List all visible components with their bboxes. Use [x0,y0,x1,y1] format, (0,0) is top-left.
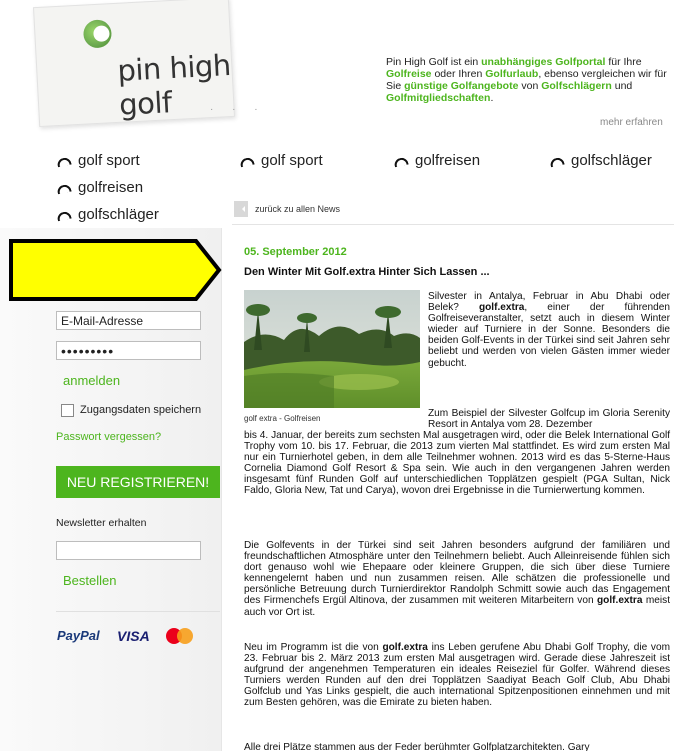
logo[interactable]: pin high golf [32,0,236,128]
link-golfurlaub[interactable]: Golfurlaub [485,68,538,80]
swoosh-icon [56,210,72,221]
link-golfportal[interactable]: unabhängiges Golfportal [481,56,605,68]
article-paragraph-1: Silvester in Antalya, Februar in Abu Dha… [428,291,670,369]
paragraph-text: Neu im Programm ist die von [244,642,383,653]
intro-text: Pin High Golf ist ein unabhängiges Golfp… [386,56,674,104]
nav-item-label: golf sport [261,152,323,169]
nav-item-golfschlaeger[interactable]: golfschläger [549,152,652,169]
back-arrow-icon [234,201,248,217]
more-link[interactable]: mehr erfahren [600,117,663,128]
intro-text-part: oder Ihren [431,68,486,80]
swoosh-icon [549,156,565,167]
register-button[interactable]: NEU REGISTRIEREN! [56,466,220,498]
newsletter-email-input[interactable] [56,541,201,560]
golf-ball-icon [82,19,113,49]
article-paragraph-2-start: Zum Beispiel der Silvester Golfcup im Gl… [428,408,670,431]
newsletter-label: Newsletter erhalten [56,517,147,529]
sidebar-item-golfreisen[interactable]: golfreisen [56,179,144,196]
mastercard-logo [166,628,194,644]
highlight-arrow [9,239,222,301]
nav-item-label: golfreisen [415,152,481,169]
back-link-label: zurück zu allen News [255,204,341,214]
paypal-logo: PayPal [57,628,100,643]
intro-text-part: Pin High Golf ist ein [386,56,482,68]
newsletter-order-button[interactable]: Bestellen [63,573,116,588]
forgot-password-link[interactable]: Passwort vergessen? [56,431,161,443]
link-golfmitgliedschaften[interactable]: Golfmitgliedschaften [386,92,490,104]
back-to-news-link[interactable]: zurück zu allen News [234,201,340,217]
sidebar-item-golfschlaeger[interactable]: golfschläger [56,206,159,223]
link-golfschlaeger[interactable]: Golfschlägern [541,80,612,92]
remember-checkbox[interactable] [61,404,74,417]
link-golfreise[interactable]: Golfreise [386,68,432,80]
sidebar-item-label: golf sport [78,152,140,169]
swoosh-icon [239,156,255,167]
intro-text-part: und [611,80,633,92]
sidebar-item-golf-sport[interactable]: golf sport [56,152,140,169]
intro-text-part: . [490,92,494,104]
content-divider [232,224,674,225]
remember-label: Zugangsdaten speichern [80,404,202,416]
sidebar-item-label: golfschläger [78,206,159,223]
visa-logo: VISA [117,628,150,644]
article-paragraph-2: bis 4. Januar, der bereits zum sechsten … [244,430,670,497]
login-button[interactable]: anmelden [63,373,120,388]
email-field[interactable] [56,311,201,330]
swoosh-icon [393,156,409,167]
nav-item-label: golfschläger [571,152,652,169]
article-title: Den Winter Mit Golf.extra Hinter Sich La… [244,266,490,278]
swoosh-icon [56,183,72,194]
article-photo [244,290,420,408]
brand-name: golf.extra [597,595,643,607]
brand-name: golf.extra [382,642,428,653]
nav-item-golfreisen[interactable]: golfreisen [393,152,481,169]
password-field[interactable] [56,341,201,360]
link-golfangebote[interactable]: günstige Golfangebote [404,80,518,92]
site-header: pin high golf · · · Pin High Golf ist ei… [0,0,674,140]
logo-decoration: · · · [210,104,266,115]
sidebar-item-label: golfreisen [78,179,144,196]
swoosh-icon [56,156,72,167]
article-paragraph-3: Die Golfevents in der Türkei sind seit J… [244,540,670,618]
article-date: 05. September 2012 [244,246,347,258]
article-paragraph-4: Neu im Programm ist die von golf.extra i… [244,642,670,709]
image-caption: golf extra - Golfreisen [244,414,321,423]
article-paragraph-5: Alle drei Plätze stammen aus der Feder b… [244,742,590,751]
nav-item-golf-sport[interactable]: golf sport [239,152,323,169]
intro-text-part: für Ihre [605,56,642,68]
sidebar-divider [56,611,220,612]
intro-text-part: von [518,80,542,92]
brand-name: golf.extra [478,302,525,314]
